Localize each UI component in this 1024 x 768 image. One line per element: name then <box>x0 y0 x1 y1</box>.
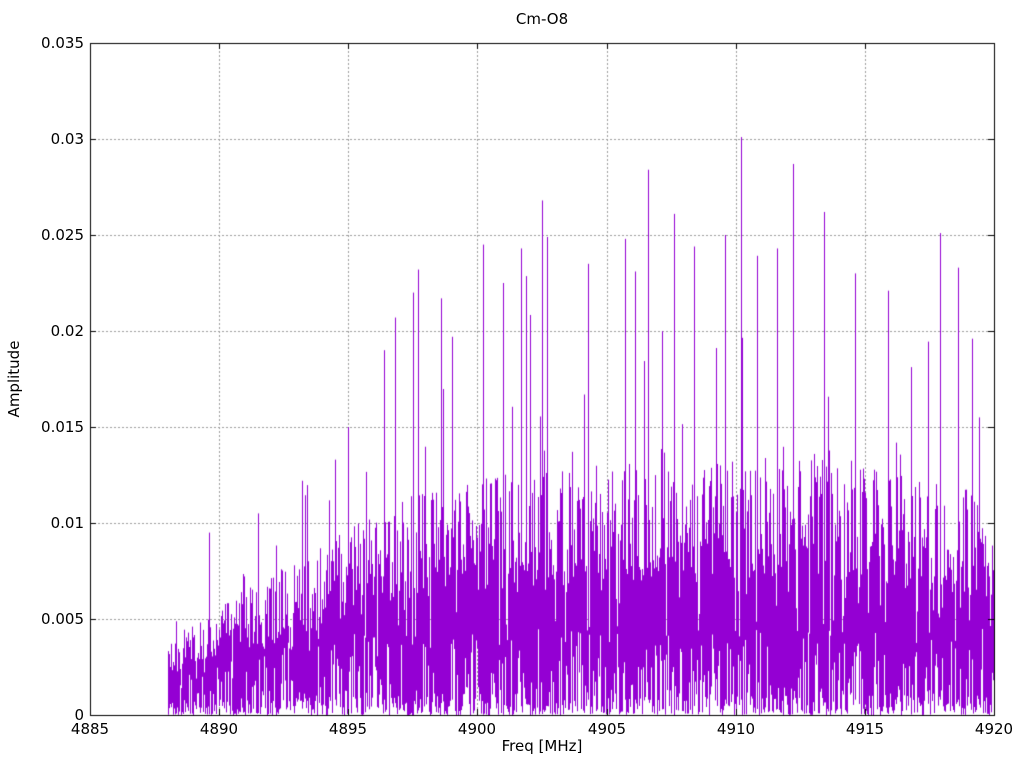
chart-title: Cm-O8 <box>515 10 569 28</box>
x-tick-label: 4905 <box>587 720 627 738</box>
y-tick-label: 0.03 <box>50 130 84 148</box>
x-tick-label: 4895 <box>328 720 368 738</box>
y-tick-label: 0.015 <box>41 418 84 436</box>
y-tick-label: 0.01 <box>50 514 84 532</box>
y-tick-label: 0.02 <box>50 322 84 340</box>
x-tick-label: 4900 <box>457 720 497 738</box>
y-axis-label: Amplitude <box>5 340 23 418</box>
x-tick-label: 4915 <box>845 720 885 738</box>
x-tick-label: 4890 <box>199 720 239 738</box>
spectrum-chart-figure: Cm-O8 Freq [MHz] Amplitude 0 0.005 0.01 0.0… <box>0 0 1024 768</box>
x-tick-label: 4885 <box>70 720 110 738</box>
y-tick-label: 0.035 <box>41 34 84 52</box>
y-tick-label: 0.025 <box>41 226 84 244</box>
x-tick-label: 4910 <box>716 720 756 738</box>
y-tick-label: 0.005 <box>41 610 84 628</box>
x-axis-label: Freq [MHz] <box>501 737 583 755</box>
x-tick-label: 4920 <box>974 720 1014 738</box>
plot-canvas <box>0 0 1024 768</box>
